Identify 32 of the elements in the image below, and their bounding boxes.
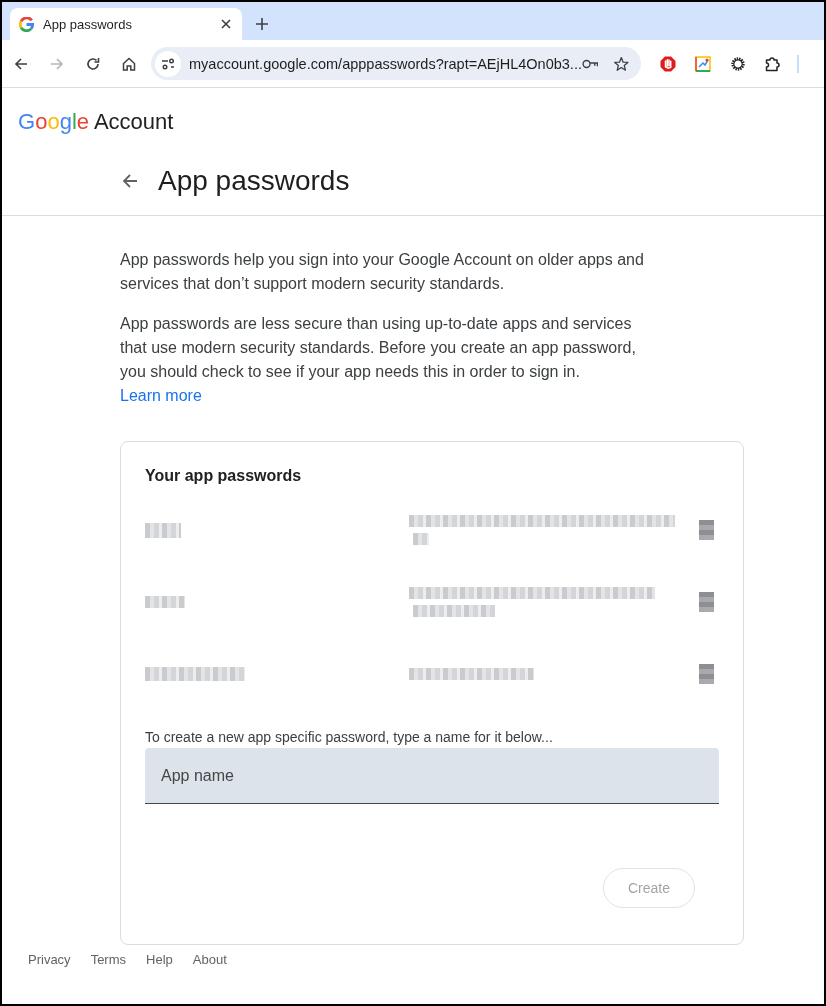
url-text: myaccount.google.com/apppasswords?rapt=AEjHL4On0b3... — [189, 55, 582, 72]
footer-link[interactable]: Terms — [90, 952, 126, 967]
puzzle-icon[interactable] — [765, 55, 781, 72]
footer-link[interactable]: About — [192, 952, 227, 967]
blurred-details — [413, 533, 429, 545]
key-icon[interactable] — [581, 58, 599, 69]
blurred-app-name — [145, 596, 185, 608]
hand-icon[interactable] — [660, 55, 676, 72]
back-arrow-icon[interactable] — [122, 173, 138, 189]
app-name-field[interactable]: App name — [145, 748, 719, 804]
google-g-icon — [19, 16, 34, 32]
image-icon[interactable] — [695, 55, 711, 72]
reload-icon[interactable] — [86, 56, 100, 71]
back-arrow-icon[interactable] — [14, 56, 28, 71]
learn-more-link[interactable]: Learn more — [120, 384, 202, 408]
close-icon[interactable] — [221, 19, 231, 29]
footer-link[interactable]: Privacy — [28, 952, 71, 967]
instruction-text: To create a new app specific password, type a name for it below... — [145, 728, 554, 746]
blurred-app-name — [145, 522, 181, 538]
browser-tab[interactable]: App passwords — [10, 8, 242, 40]
plus-icon[interactable] — [256, 18, 268, 30]
description-paragraph: App passwords help you sign into your Google Account on older apps and services that don’t support modern security standards. — [120, 250, 645, 294]
page-title: App passwords — [158, 164, 350, 198]
footer-link[interactable]: Help — [146, 952, 173, 967]
address-bar[interactable]: myaccount.google.com/apppasswords?rapt=AEjHL4On0b3... — [151, 47, 641, 80]
card-title: Your app passwords — [145, 466, 303, 486]
gear-icon[interactable] — [730, 55, 746, 72]
star-icon[interactable] — [614, 55, 629, 72]
google-account-logo[interactable]: Google Account — [18, 109, 174, 135]
description-paragraph: App passwords are less secure than using up-to-date apps and services that use modern security standards. Before you create an app password, you should check to see if your app needs this in order to sign in. — [120, 314, 637, 382]
home-icon[interactable] — [122, 56, 136, 71]
site-settings-icon[interactable] — [155, 50, 181, 77]
